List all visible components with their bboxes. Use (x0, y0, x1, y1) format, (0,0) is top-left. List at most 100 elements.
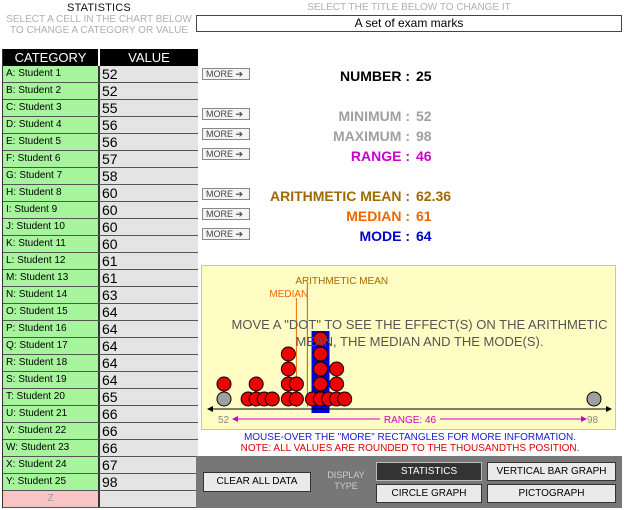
more-median-button[interactable]: MORE ➔ (202, 208, 250, 220)
category-cell[interactable]: Z (3, 491, 100, 507)
pictograph-button[interactable]: PICTOGRAPH (487, 484, 616, 503)
table-row: X: Student 24 67 (3, 457, 198, 474)
table-row: M: Student 13 61 (3, 270, 198, 287)
endpoint-dot[interactable] (216, 391, 232, 407)
range-label-on-axis: RANGE: 46 (384, 415, 437, 426)
number-label: NUMBER : (340, 68, 410, 84)
category-cell[interactable]: U: Student 21 (3, 406, 100, 422)
data-dot[interactable] (313, 376, 329, 392)
value-cell[interactable]: 52 (100, 83, 198, 99)
vertical-bar-graph-button[interactable]: VERTICAL BAR GRAPH (487, 462, 616, 481)
category-cell[interactable]: V: Student 22 (3, 423, 100, 439)
category-cell[interactable]: B: Student 2 (3, 83, 100, 99)
value-cell[interactable]: 64 (100, 304, 198, 320)
value-cell[interactable]: 66 (100, 440, 198, 456)
value-cell[interactable]: 57 (100, 151, 198, 167)
data-dot[interactable] (288, 376, 304, 392)
data-dot[interactable] (337, 391, 353, 407)
table-row: H: Student 8 60 (3, 185, 198, 202)
endpoint-dot[interactable] (586, 391, 602, 407)
value-cell[interactable]: 60 (100, 202, 198, 218)
category-cell[interactable]: R: Student 18 (3, 355, 100, 371)
category-cell[interactable]: D: Student 4 (3, 117, 100, 133)
value-cell[interactable]: 64 (100, 355, 198, 371)
category-cell[interactable]: M: Student 13 (3, 270, 100, 286)
table-row: V: Student 22 66 (3, 423, 198, 440)
value-cell[interactable]: 67 (100, 457, 198, 473)
data-dot[interactable] (216, 376, 232, 392)
display-type-label: DISPLAY TYPE (327, 470, 365, 491)
more-maximum-button[interactable]: MORE ➔ (202, 128, 250, 140)
value-cell[interactable]: 56 (100, 117, 198, 133)
value-cell[interactable]: 52 (100, 66, 198, 82)
value-cell[interactable]: 98 (100, 474, 198, 490)
value-cell[interactable]: 60 (100, 236, 198, 252)
category-cell[interactable]: I: Student 9 (3, 202, 100, 218)
category-cell[interactable]: H: Student 8 (3, 185, 100, 201)
more-label: MORE (206, 209, 233, 219)
value-cell[interactable]: 61 (100, 270, 198, 286)
category-cell[interactable]: O: Student 15 (3, 304, 100, 320)
category-cell[interactable]: G: Student 7 (3, 168, 100, 184)
category-cell[interactable]: A: Student 1 (3, 66, 100, 82)
more-number-button[interactable]: MORE ➔ (202, 68, 250, 80)
category-cell[interactable]: L: Student 12 (3, 253, 100, 269)
data-dot[interactable] (329, 376, 345, 392)
value-cell[interactable]: 60 (100, 219, 198, 235)
table-row: D: Student 4 56 (3, 117, 198, 134)
category-cell[interactable]: P: Student 16 (3, 321, 100, 337)
value-cell[interactable]: 60 (100, 185, 198, 201)
category-cell[interactable]: S: Student 19 (3, 372, 100, 388)
value-cell[interactable]: 65 (100, 389, 198, 405)
value-cell[interactable]: 55 (100, 100, 198, 116)
value-cell[interactable]: 64 (100, 321, 198, 337)
value-cell[interactable]: 66 (100, 406, 198, 422)
chart-title-field[interactable]: A set of exam marks (196, 15, 622, 32)
more-mean-button[interactable]: MORE ➔ (202, 188, 250, 200)
category-cell[interactable]: F: Student 6 (3, 151, 100, 167)
data-dot[interactable] (288, 391, 304, 407)
value-cell[interactable]: 64 (100, 338, 198, 354)
axis-arrow-right-icon (606, 406, 612, 412)
table-row: B: Student 2 52 (3, 83, 198, 100)
data-dot[interactable] (313, 361, 329, 377)
value-cell[interactable]: 63 (100, 287, 198, 303)
median-value: 61 (416, 208, 432, 224)
number-value: 25 (416, 68, 432, 84)
value-cell[interactable]: 64 (100, 372, 198, 388)
value-cell[interactable]: 56 (100, 134, 198, 150)
median-line-label: MEDIAN (269, 289, 308, 300)
circle-graph-button[interactable]: CIRCLE GRAPH (376, 484, 482, 503)
statistics-app: STATISTICS SELECT A CELL IN THE CHART BE… (0, 0, 624, 510)
category-cell[interactable]: K: Student 11 (3, 236, 100, 252)
category-cell[interactable]: X: Student 24 (3, 457, 100, 473)
category-cell[interactable]: T: Student 20 (3, 389, 100, 405)
category-cell[interactable]: W: Student 23 (3, 440, 100, 456)
statistics-display-button[interactable]: STATISTICS (376, 462, 482, 481)
data-dot[interactable] (248, 376, 264, 392)
table-row: L: Student 12 61 (3, 253, 198, 270)
value-cell[interactable]: 58 (100, 168, 198, 184)
table-row: O: Student 15 64 (3, 304, 198, 321)
category-cell[interactable]: Q: Student 17 (3, 338, 100, 354)
value-cell[interactable] (100, 491, 198, 507)
category-cell[interactable]: J: Student 10 (3, 219, 100, 235)
value-cell[interactable]: 66 (100, 423, 198, 439)
mean-line-label: ARITHMETIC MEAN (295, 276, 388, 287)
clear-all-data-button[interactable]: CLEAR ALL DATA (203, 472, 311, 492)
more-range-button[interactable]: MORE ➔ (202, 148, 250, 160)
arrow-right-icon: ➔ (235, 109, 244, 119)
data-dot[interactable] (329, 361, 345, 377)
data-dot[interactable] (264, 391, 280, 407)
table-row: G: Student 7 58 (3, 168, 198, 185)
category-cell[interactable]: E: Student 5 (3, 134, 100, 150)
arrow-right-icon: ➔ (235, 229, 244, 239)
value-cell[interactable]: 61 (100, 253, 198, 269)
mean-value: 62.36 (416, 188, 452, 204)
more-minimum-button[interactable]: MORE ➔ (202, 108, 250, 120)
category-cell[interactable]: C: Student 3 (3, 100, 100, 116)
more-mode-button[interactable]: MORE ➔ (202, 228, 250, 240)
data-dot[interactable] (280, 361, 296, 377)
category-cell[interactable]: N: Student 14 (3, 287, 100, 303)
category-cell[interactable]: Y: Student 25 (3, 474, 100, 490)
